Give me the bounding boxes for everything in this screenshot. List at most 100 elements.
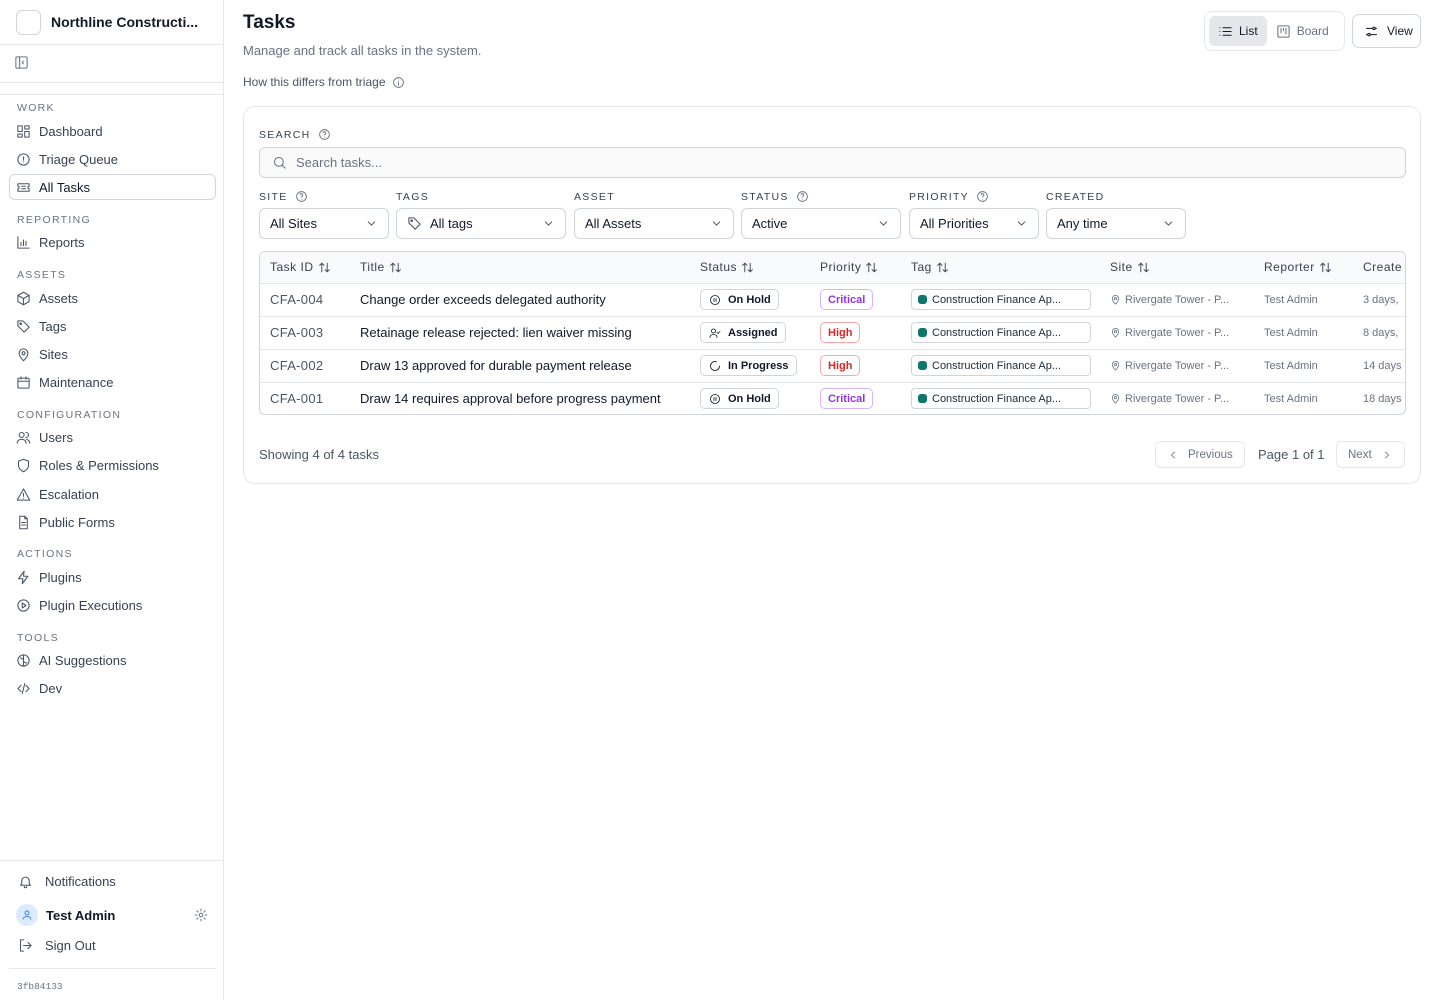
sidebar-item-dashboard[interactable]: Dashboard	[9, 118, 216, 144]
column-header-label: Task ID	[270, 260, 314, 275]
user-profile[interactable]: Test Admin	[9, 902, 216, 928]
tag-chip[interactable]: Construction Finance Ap...	[911, 289, 1091, 310]
column-header-task-id[interactable]: Task ID	[260, 252, 350, 284]
column-header-label: Site	[1110, 260, 1133, 275]
table-row[interactable]: CFA-002 Draw 13 approved for durable paym…	[260, 349, 1405, 383]
task-id-cell[interactable]: CFA-001	[260, 382, 350, 414]
priority-cell: High	[810, 316, 901, 350]
table-row[interactable]: CFA-003 Retainage release rejected: lien …	[260, 316, 1405, 350]
task-title-cell[interactable]: Change order exceeds delegated authority	[350, 283, 690, 317]
page-subtitle: Manage and track all tasks in the system…	[243, 43, 482, 58]
task-id-cell[interactable]: CFA-002	[260, 349, 350, 383]
sidebar-item-escalation[interactable]: Escalation	[9, 481, 216, 507]
tag-color-dot	[918, 328, 927, 337]
task-title-cell[interactable]: Retainage release rejected: lien waiver …	[350, 316, 690, 350]
sidebar-collapse-icon[interactable]	[14, 55, 29, 70]
status-cell: Assigned	[690, 316, 810, 350]
site-label: Rivergate Tower - P...	[1125, 293, 1230, 306]
column-header-title[interactable]: Title	[350, 252, 690, 284]
reporter-cell: Test Admin	[1264, 392, 1318, 405]
task-title-cell[interactable]: Draw 13 approved for durable payment rel…	[350, 349, 690, 383]
table-row[interactable]: CFA-001 Draw 14 requires approval before …	[260, 382, 1405, 414]
site-filter-label: SITE	[259, 190, 308, 203]
triage-help-label: How this differs from triage	[243, 75, 386, 89]
search-input[interactable]	[296, 155, 1296, 170]
task-title-cell[interactable]: Draw 14 requires approval before progres…	[350, 382, 690, 414]
sidebar-item-label: Plugins	[39, 569, 82, 585]
sidebar-item-label: Dev	[39, 680, 63, 696]
sidebar-item-ai-suggestions[interactable]: AI Suggestions	[9, 647, 216, 673]
priority-badge: High	[820, 322, 861, 343]
settings-gear-icon[interactable]	[194, 908, 208, 922]
sidebar-item-all-tasks[interactable]: All Tasks	[9, 174, 216, 200]
bell-icon	[18, 874, 33, 889]
sidebar-item-plugins[interactable]: Plugins	[9, 564, 216, 590]
tag-cell: Construction Finance Ap...	[901, 316, 1100, 350]
board-view-button[interactable]: Board	[1267, 16, 1338, 46]
tag-cell: Construction Finance Ap...	[901, 382, 1100, 414]
site-select[interactable]: All Sites	[259, 208, 389, 239]
created-select[interactable]: Any time	[1046, 208, 1186, 239]
created-cell: 18 days	[1363, 392, 1402, 405]
sidebar-item-triage-queue[interactable]: Triage Queue	[9, 146, 216, 172]
zap-icon	[16, 570, 31, 585]
user-check-icon	[709, 327, 721, 339]
pause-circle-icon	[709, 294, 721, 306]
column-header-tag[interactable]: Tag	[901, 252, 1100, 284]
help-circle-icon[interactable]	[976, 190, 989, 203]
site-cell: Rivergate Tower - P...	[1100, 316, 1254, 350]
notifications-button[interactable]: Notifications	[9, 868, 216, 894]
next-page-button[interactable]: Next	[1336, 441, 1405, 468]
sidebar-item-roles-permissions[interactable]: Roles & Permissions	[9, 452, 216, 478]
table-row[interactable]: CFA-004 Change order exceeds delegated au…	[260, 283, 1405, 317]
section-label-tools: TOOLS	[17, 632, 59, 644]
column-header-created[interactable]: Create	[1353, 252, 1405, 284]
sidebar-item-sites[interactable]: Sites	[9, 341, 216, 367]
tag-chip[interactable]: Construction Finance Ap...	[911, 388, 1091, 410]
priority-select[interactable]: All Priorities	[909, 208, 1039, 239]
column-header-label: Create	[1363, 260, 1403, 275]
sidebar-item-reports[interactable]: Reports	[9, 229, 216, 255]
status-select[interactable]: Active	[741, 208, 901, 239]
tag-chip[interactable]: Construction Finance Ap...	[911, 322, 1091, 343]
column-header-status[interactable]: Status	[690, 252, 810, 284]
sidebar-item-assets[interactable]: Assets	[9, 285, 216, 311]
status-cell: In Progress	[690, 349, 810, 383]
package-icon	[16, 291, 31, 306]
sliders-icon	[1364, 24, 1379, 39]
chevron-down-icon	[877, 217, 890, 230]
sidebar-item-users[interactable]: Users	[9, 424, 216, 450]
site-filter-label-text: SITE	[259, 190, 288, 203]
column-header-site[interactable]: Site	[1100, 252, 1254, 284]
search-field[interactable]	[259, 147, 1406, 178]
previous-page-button[interactable]: Previous	[1155, 441, 1245, 468]
sidebar-item-dev[interactable]: Dev	[9, 675, 216, 701]
help-circle-icon[interactable]	[295, 190, 308, 203]
sign-out-button[interactable]: Sign Out	[9, 932, 216, 958]
sidebar-item-public-forms[interactable]: Public Forms	[9, 509, 216, 535]
list-view-button[interactable]: List	[1209, 16, 1267, 46]
sidebar-item-tags[interactable]: Tags	[9, 313, 216, 339]
shield-icon	[16, 458, 31, 473]
tag-color-dot	[918, 361, 927, 370]
tag-chip[interactable]: Construction Finance Ap...	[911, 355, 1091, 376]
map-pin-icon	[1110, 393, 1121, 404]
sidebar-item-label: Tags	[39, 318, 67, 334]
tags-select[interactable]: All tags	[396, 208, 566, 239]
column-header-priority[interactable]: Priority	[810, 252, 901, 284]
task-id-cell[interactable]: CFA-003	[260, 316, 350, 350]
view-options-button[interactable]: View	[1352, 14, 1421, 48]
sidebar-item-plugin-executions[interactable]: Plugin Executions	[9, 592, 216, 618]
triage-help-link[interactable]: How this differs from triage	[243, 75, 405, 89]
sidebar-item-maintenance[interactable]: Maintenance	[9, 369, 216, 395]
tags-filter-label: TAGS	[396, 191, 430, 203]
task-id-cell[interactable]: CFA-004	[260, 283, 350, 317]
help-circle-icon[interactable]	[318, 128, 331, 141]
status-cell: On Hold	[690, 283, 810, 317]
help-circle-icon[interactable]	[796, 190, 809, 203]
version-hash: 3fb84133	[17, 981, 63, 992]
asset-select[interactable]: All Assets	[574, 208, 734, 239]
org-switcher[interactable]: Northline Constructi...	[0, 0, 223, 45]
sort-arrows-icon	[1319, 261, 1332, 274]
column-header-reporter[interactable]: Reporter	[1254, 252, 1353, 284]
